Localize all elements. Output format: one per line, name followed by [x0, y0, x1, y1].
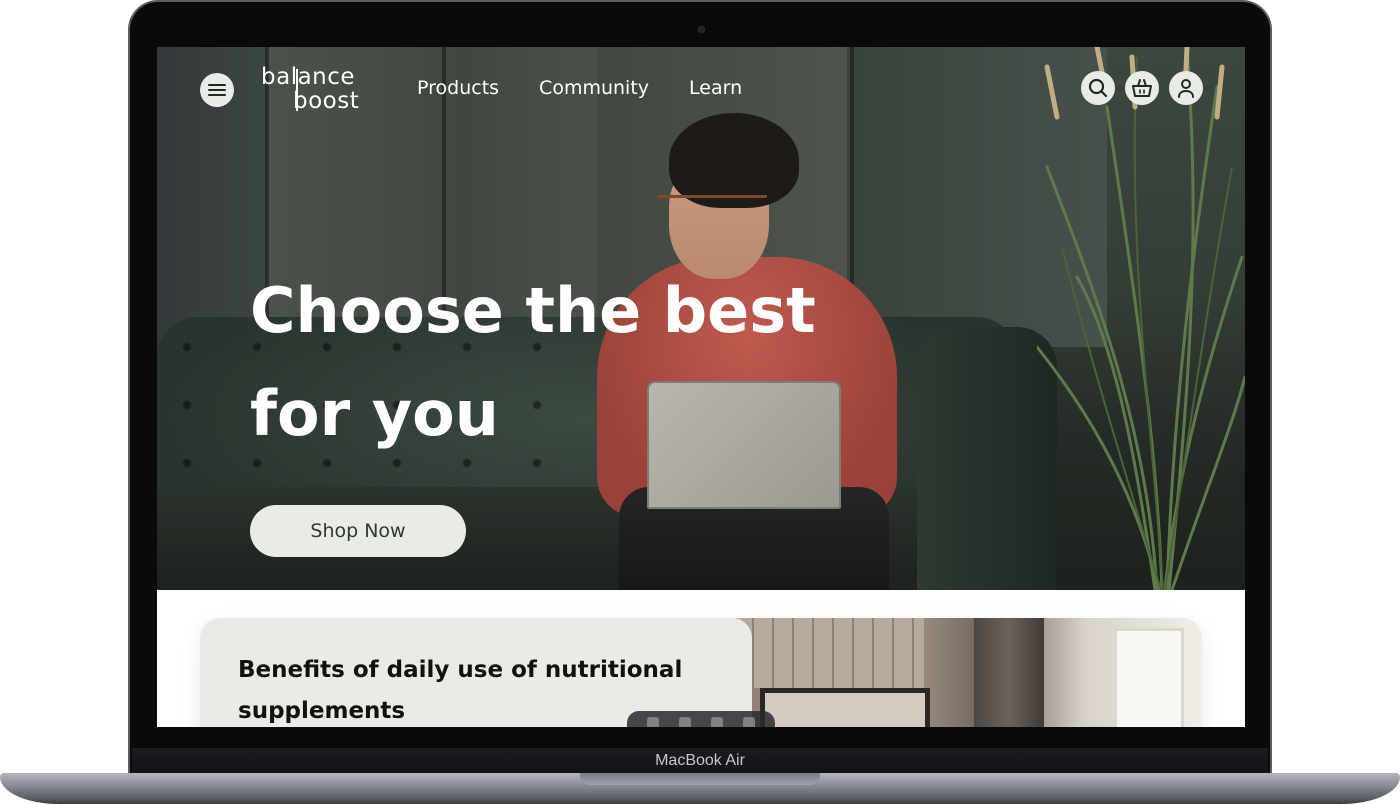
hero-headline-line-1: Choose the best: [250, 274, 816, 347]
site-logo[interactable]: balance boost: [261, 63, 371, 117]
cart-button[interactable]: [1125, 71, 1159, 105]
nav-community[interactable]: Community: [539, 77, 649, 99]
menu-button[interactable]: [200, 73, 234, 107]
hero-headline-line-2: for you: [250, 377, 499, 450]
header-actions: [1081, 71, 1203, 105]
image-curtain: [974, 618, 1044, 727]
dock: [627, 711, 775, 727]
nav-products[interactable]: Products: [417, 77, 499, 99]
image-fireplace: [760, 688, 930, 727]
logo-line-2: boost: [293, 88, 360, 114]
dock-app-icon[interactable]: [679, 717, 691, 727]
device-label: MacBook Air: [655, 752, 745, 769]
dock-app-icon[interactable]: [743, 717, 755, 727]
dock-app-icon[interactable]: [711, 717, 723, 727]
hero-section: balance boost Products Community Learn C…: [157, 47, 1245, 590]
article-image: [734, 618, 1202, 727]
laptop-screen: balance boost Products Community Learn C…: [157, 47, 1245, 727]
plant: [1037, 47, 1245, 590]
person-hair: [669, 113, 799, 208]
menu-icon: [208, 84, 226, 96]
logo-line-1: balance: [261, 64, 356, 90]
glasses: [657, 195, 767, 229]
account-button[interactable]: [1169, 71, 1203, 105]
dock-app-icon[interactable]: [647, 717, 659, 727]
laptop-chin: MacBook Air: [132, 748, 1268, 774]
user-icon: [1178, 79, 1194, 98]
shop-now-button[interactable]: Shop Now: [250, 505, 466, 557]
basket-icon: [1132, 79, 1152, 97]
image-wood-wall: [734, 618, 924, 688]
image-window: [1114, 628, 1184, 727]
search-icon: [1088, 78, 1108, 98]
search-button[interactable]: [1081, 71, 1115, 105]
sofa-arm: [917, 327, 1057, 590]
camera: [698, 26, 705, 33]
hero-headline: Choose the best for you: [250, 259, 870, 465]
nav-learn[interactable]: Learn: [689, 77, 742, 99]
laptop-notch: [580, 773, 820, 785]
main-nav: Products Community Learn: [417, 77, 742, 99]
